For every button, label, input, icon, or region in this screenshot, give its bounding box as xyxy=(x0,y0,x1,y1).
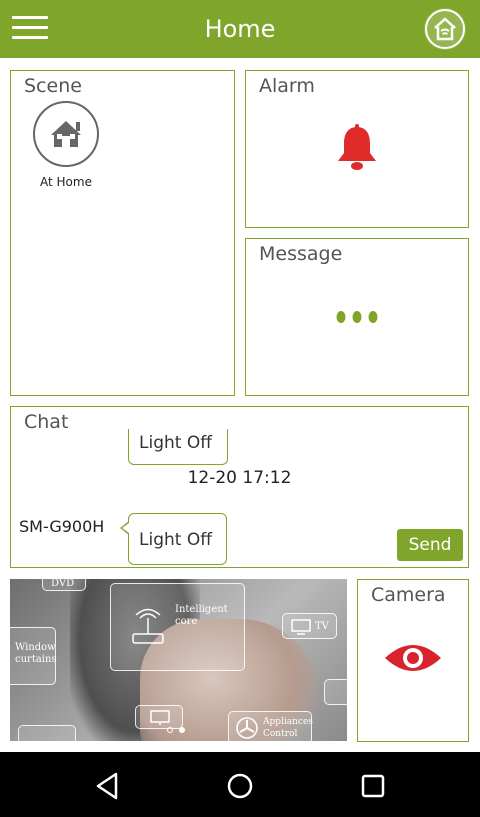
banner-tile-partial-left xyxy=(18,725,76,741)
banner-tile-intelligent-core-label: Intelligent core xyxy=(175,604,228,627)
scene-panel: Scene At Home xyxy=(10,70,235,396)
scene-at-home-button[interactable] xyxy=(33,101,99,167)
chat-label: Chat xyxy=(24,411,69,433)
system-navigation-bar xyxy=(0,752,480,817)
chat-panel: Chat Light Off 12-20 17:12 SM-G900H Ligh… xyxy=(10,406,469,568)
app-bar: Home xyxy=(0,0,480,58)
banner-tile-dvd-label: DVD xyxy=(51,579,75,589)
chat-bubble-earlier: Light Off xyxy=(128,429,228,465)
banner-tile-tv: TV xyxy=(282,613,337,639)
chat-sender-name: SM-G900H xyxy=(19,517,105,536)
chat-bubble-tail-inner xyxy=(122,523,129,533)
banner-page-dot-2[interactable] xyxy=(179,727,185,733)
home-circle-icon[interactable] xyxy=(222,768,258,804)
monitor-icon xyxy=(150,710,170,725)
send-button[interactable]: Send xyxy=(397,529,463,561)
banner-tile-partial-right xyxy=(324,679,347,705)
banner-tile-intelligent-core: Intelligent core xyxy=(110,583,245,671)
scene-at-home-label: At Home xyxy=(40,175,92,189)
back-triangle-icon[interactable] xyxy=(90,768,126,804)
banner-tile-appliances-control: Appliances Control xyxy=(228,711,313,741)
scene-label: Scene xyxy=(24,75,82,97)
banner-tile-window-curtains-label: Window curtains xyxy=(15,642,57,665)
message-label: Message xyxy=(259,243,343,265)
page-title: Home xyxy=(204,15,276,43)
message-panel[interactable]: Message xyxy=(245,238,469,396)
eye-icon xyxy=(383,640,443,680)
banner-tile-dvd: DVD xyxy=(42,579,86,591)
home-shield-icon[interactable] xyxy=(424,8,466,50)
alarm-panel[interactable]: Alarm xyxy=(245,70,469,228)
camera-panel[interactable]: Camera xyxy=(357,579,469,742)
banner-tile-monitor xyxy=(135,705,183,729)
alarm-label: Alarm xyxy=(259,75,315,97)
bell-icon xyxy=(335,123,379,177)
tv-icon xyxy=(291,619,311,635)
recents-square-icon[interactable] xyxy=(355,768,391,804)
banner-tile-window-curtains: Window curtains xyxy=(10,627,57,685)
chat-bubble-latest: Light Off xyxy=(128,513,227,565)
banner-tile-tv-label: TV xyxy=(315,621,329,632)
camera-label: Camera xyxy=(371,584,446,606)
router-icon xyxy=(132,608,164,644)
more-dots-icon xyxy=(336,309,378,329)
smart-home-banner[interactable]: DVD Window curtains Intelligent core TV … xyxy=(10,579,347,741)
fan-icon xyxy=(236,717,258,739)
chat-timestamp: 12-20 17:12 xyxy=(187,468,292,488)
banner-page-dot-1[interactable] xyxy=(167,727,173,733)
banner-tile-appliances-label: Appliances Control xyxy=(263,717,313,739)
